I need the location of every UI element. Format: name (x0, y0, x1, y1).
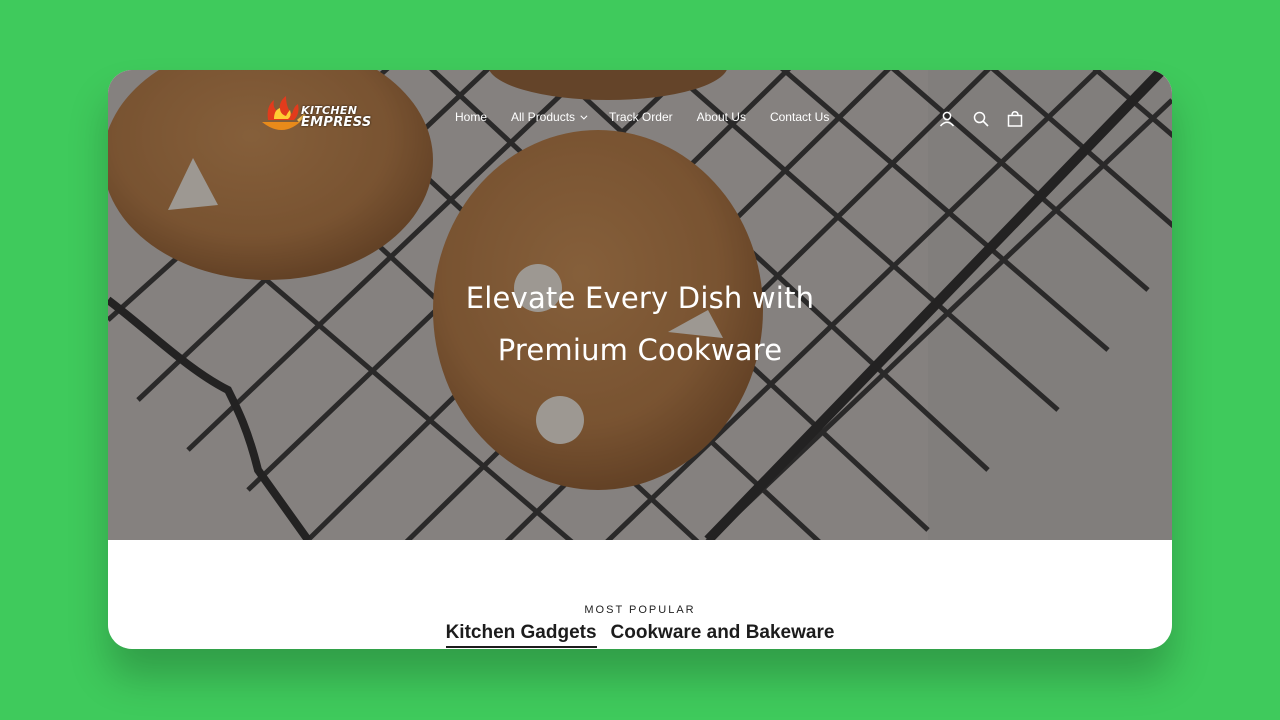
flame-pan-icon (262, 96, 306, 130)
chevron-down-icon (580, 112, 588, 120)
hero-heading-line2: Premium Cookware (497, 333, 783, 367)
nav-item-label: Home (455, 110, 488, 124)
nav-item-contact-us[interactable]: Contact Us (770, 110, 829, 124)
header-icon-group (938, 110, 1024, 128)
nav-item-label: Contact Us (769, 110, 830, 124)
main-navigation: Home All Products Track Order About Us C… (455, 110, 853, 124)
nav-item-label: About Us (696, 110, 746, 124)
search-icon[interactable] (972, 110, 990, 128)
hero-heading: Elevate Every Dish with Premium Cookware (340, 272, 940, 376)
tab-cookware-and-bakeware[interactable]: Cookware and Bakeware (611, 622, 835, 648)
nav-item-all-products[interactable]: All Products (511, 110, 588, 124)
logo-line2: EMPRESS (301, 115, 372, 130)
most-popular-label: MOST POPULAR (584, 604, 696, 616)
nav-item-home[interactable]: Home (455, 110, 487, 124)
nav-item-label: Track Order (609, 110, 673, 124)
account-icon[interactable] (938, 110, 956, 128)
tab-kitchen-gadgets[interactable]: Kitchen Gadgets (445, 622, 597, 648)
nav-item-about-us[interactable]: About Us (697, 110, 746, 124)
cart-icon[interactable] (1006, 110, 1024, 128)
kitchen-empress-logo[interactable]: KITCHEN EMPRESS (258, 92, 371, 136)
hero-banner: KITCHEN EMPRESS Home All Products Track … (108, 70, 1172, 540)
logo-wordmark: KITCHEN EMPRESS (301, 105, 372, 130)
website-window: KITCHEN EMPRESS Home All Products Track … (108, 70, 1172, 649)
nav-item-label: All Products (511, 110, 576, 124)
site-header: KITCHEN EMPRESS Home All Products Track … (108, 70, 1172, 170)
category-tabs: Kitchen Gadgets Cookware and Bakeware (108, 622, 1172, 648)
hero-heading-line1: Elevate Every Dish with (465, 281, 815, 315)
nav-item-track-order[interactable]: Track Order (609, 110, 673, 124)
